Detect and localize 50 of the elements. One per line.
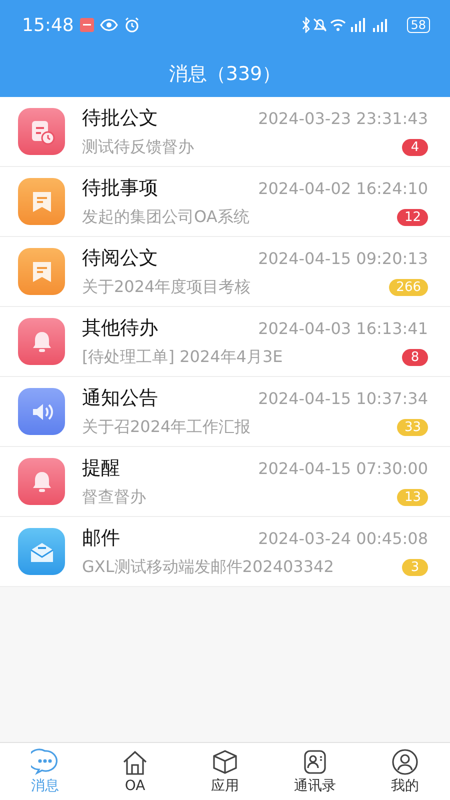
unread-count: 33 [397, 419, 428, 436]
message-row[interactable]: 提醒 2024-04-15 07:30:00 督查督办 13 [0, 447, 450, 517]
unread-count: 266 [389, 279, 428, 296]
message-preview: 发起的集团公司OA系统 [82, 207, 250, 228]
status-time: 15:48 [22, 14, 74, 36]
message-row[interactable]: 待阅公文 2024-04-15 09:20:13 关于2024年度项目考核 266 [0, 237, 450, 307]
unread-count: 4 [402, 139, 428, 156]
battery-level: 58 [406, 17, 430, 33]
user-icon [391, 748, 419, 776]
message-preview: 督查督办 [82, 487, 146, 508]
nav-tab[interactable]: OA [90, 743, 180, 800]
message-preview: 关于2024年度项目考核 [82, 277, 251, 298]
category-title: 提醒 [82, 456, 120, 481]
message-preview: 关于召2024年工作汇报 [82, 417, 251, 438]
page-title: 消息（339） [168, 62, 282, 86]
message-preview: [待处理工单] 2024年4月3E [82, 347, 283, 368]
alarm-icon [124, 17, 140, 33]
category-title: 邮件 [82, 526, 120, 551]
contact-card-icon [301, 748, 329, 776]
message-row[interactable]: 其他待办 2024-04-03 16:13:41 [待处理工单] 2024年4月3E 8 [0, 307, 450, 377]
nav-tab[interactable]: 我的 [360, 743, 450, 800]
message-time: 2024-04-02 16:24:10 [258, 178, 428, 198]
category-title: 通知公告 [82, 386, 158, 411]
message-time: 2024-04-15 10:37:34 [258, 388, 428, 408]
message-time: 2024-04-15 09:20:13 [258, 248, 428, 268]
message-row[interactable]: 待批公文 2024-03-23 23:31:43 测试待反馈督办 4 [0, 97, 450, 167]
category-title: 待批公文 [82, 106, 158, 131]
home-icon [121, 749, 149, 777]
category-title: 待阅公文 [82, 246, 158, 271]
nav-tab[interactable]: 应用 [180, 743, 270, 800]
unread-count: 13 [397, 489, 428, 506]
cube-icon [211, 748, 239, 776]
notification-icon [80, 18, 94, 32]
chat-icon [31, 748, 59, 776]
message-time: 2024-03-24 00:45:08 [258, 528, 428, 548]
message-preview: GXL测试移动端发邮件202403342 [82, 557, 334, 578]
eye-icon [100, 18, 118, 32]
unread-count: 8 [402, 349, 428, 366]
category-title: 其他待办 [82, 316, 158, 341]
message-time: 2024-04-15 07:30:00 [258, 458, 428, 478]
message-time: 2024-03-23 23:31:43 [258, 108, 428, 128]
message-row[interactable]: 待批事项 2024-04-02 16:24:10 发起的集团公司OA系统 12 [0, 167, 450, 237]
message-row[interactable]: 通知公告 2024-04-15 10:37:34 关于召2024年工作汇报 33 [0, 377, 450, 447]
unread-count: 12 [397, 209, 428, 226]
message-preview: 测试待反馈督办 [82, 137, 194, 158]
nav-tab[interactable]: 通讯录 [270, 743, 360, 800]
unread-count: 3 [402, 559, 428, 576]
message-time: 2024-04-03 16:13:41 [258, 318, 428, 338]
category-title: 待批事项 [82, 176, 158, 201]
message-row[interactable]: 邮件 2024-03-24 00:45:08 GXL测试移动端发邮件202403342 3 [0, 517, 450, 587]
